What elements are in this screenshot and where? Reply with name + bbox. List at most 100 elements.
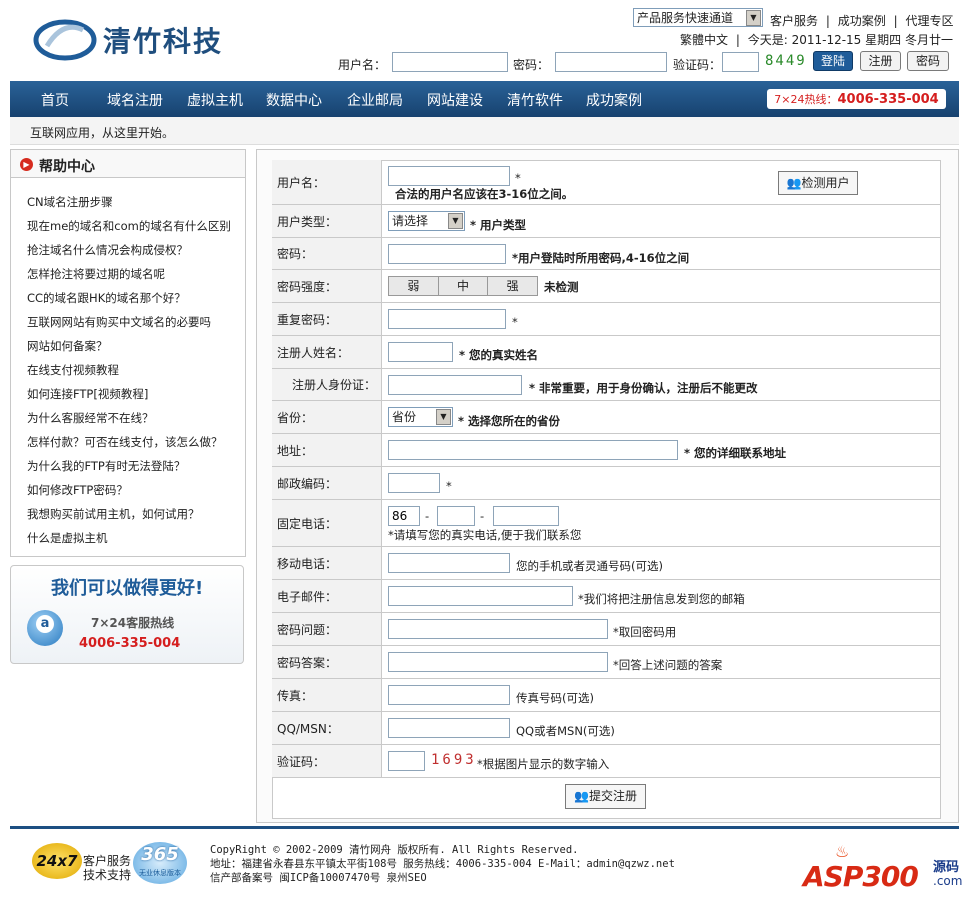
help-link[interactable]: 怎样抢注将要过期的域名呢 (27, 266, 165, 282)
lang-link[interactable]: 繁體中文 (680, 33, 728, 47)
phone-area-input[interactable] (437, 506, 475, 526)
help-link[interactable]: CC的域名跟HK的域名那个好？ (27, 290, 186, 306)
help-link[interactable]: 为什么我的FTP有时无法登陆？ (27, 458, 185, 474)
service-box: 我们可以做得更好! a 7×24客服热线 4006-335-004 (10, 565, 244, 664)
help-link[interactable]: 网站如何备案？ (27, 338, 108, 354)
answer-hint: *回答上述问题的答案 (613, 658, 723, 672)
help-link[interactable]: 如何连接FTP[视频教程] (27, 386, 148, 402)
footer-service-line2: 技术支持 (83, 868, 132, 882)
form-label: 密码问题： (272, 613, 382, 645)
nav-item-hosting[interactable]: 虚拟主机 (187, 90, 243, 110)
form-label: 电子邮件： (272, 580, 382, 612)
form-label: 验证码： (272, 745, 382, 777)
form-row-phone: 固定电话： (272, 500, 941, 547)
form-row-repeat: 重复密码： (272, 303, 941, 336)
strength-medium: 中 (439, 277, 489, 295)
form-label: 密码强度： (272, 270, 382, 302)
top-link-service[interactable]: 客户服务 (770, 14, 818, 28)
fax-input[interactable] (388, 685, 510, 705)
form-label: 省份： (272, 401, 382, 433)
help-title: 帮助中心 (39, 159, 95, 175)
login-password-input[interactable] (555, 52, 667, 72)
chevron-down-icon: ▼ (436, 409, 451, 425)
help-link[interactable]: CN域名注册步骤 (27, 194, 113, 210)
real-name-input[interactable] (388, 342, 453, 362)
strength-status: 未检测 (544, 280, 579, 294)
help-link[interactable]: 互联网网站有购买中文域名的必要吗 (27, 314, 211, 330)
address-hint: * 您的详细联系地址 (684, 446, 787, 460)
logo-flame-icon: ♨ (835, 842, 850, 861)
top-link-agent[interactable]: 代理专区 (905, 14, 953, 28)
user-type-select[interactable]: 请选择 ▼ (388, 211, 465, 231)
help-link[interactable]: 怎样付款？可否在线支付，该怎么做？ (27, 434, 223, 450)
login-captcha-image: 8449 (765, 53, 807, 69)
password-input[interactable] (388, 244, 506, 264)
submit-register-button[interactable]: 👥提交注册 (565, 784, 646, 809)
form-label: 邮政编码： (272, 467, 382, 499)
login-captcha-label: 验证码： (673, 58, 722, 72)
help-link[interactable]: 我想购买前试用主机，如何试用？ (27, 506, 200, 522)
password-hint: *用户登陆时所用密码,4-16位之间 (512, 251, 690, 265)
site-logo[interactable]: 清竹科技 (33, 14, 243, 64)
users-icon: 👥 (786, 176, 802, 190)
password-button[interactable]: 密码 (907, 51, 949, 71)
footer-address: 地址：福建省永春县东平镇太平街108号 服务热线：4006-335-004 E-… (210, 858, 675, 870)
phone-country-input[interactable] (388, 506, 420, 526)
nav-item-cases[interactable]: 成功案例 (586, 90, 642, 110)
form-label: QQ/MSN： (272, 712, 382, 744)
form-row-strength: 密码强度： (272, 270, 941, 303)
login-password-label: 密码： (513, 58, 550, 72)
service-slogan: 我们可以做得更好! (51, 578, 204, 599)
zip-input[interactable] (388, 473, 440, 493)
strength-strong: 强 (506, 279, 519, 293)
id-card-input[interactable] (388, 375, 522, 395)
top-link-cases[interactable]: 成功案例 (838, 14, 886, 28)
help-link[interactable]: 抢注域名什么情况会构成侵权？ (27, 242, 188, 258)
check-user-button[interactable]: 👥检测用户 (778, 171, 858, 195)
form-label: 传真： (272, 679, 382, 711)
form-label: 重复密码： (272, 303, 382, 335)
help-title-icon: ▶ (20, 158, 33, 171)
username-input[interactable] (388, 166, 510, 186)
nav-item-website[interactable]: 网站建设 (427, 90, 483, 110)
nav-item-email[interactable]: 企业邮局 (347, 90, 403, 110)
nav-item-datacenter[interactable]: 数据中心 (266, 90, 322, 110)
username-hint: 合法的用户名应该在3-16位之间。 (395, 187, 574, 201)
security-answer-input[interactable] (388, 652, 608, 672)
login-captcha-input[interactable] (722, 52, 759, 72)
form-row-fax: 传真： (272, 679, 941, 712)
captcha-input[interactable] (388, 751, 425, 771)
form-label: 移动电话： (272, 547, 382, 579)
help-link[interactable]: 现在me的域名和com的域名有什么区别 (27, 218, 231, 234)
nav-item-home[interactable]: 首页 (41, 90, 69, 110)
nav-item-domain[interactable]: 域名注册 (107, 90, 163, 110)
phone-number-input[interactable] (493, 506, 559, 526)
chevron-down-icon: ▼ (746, 10, 761, 26)
quick-select[interactable]: 产品服务快速通道 ▼ (633, 8, 763, 27)
date-text: 今天是: 2011-12-15 星期四 冬月廿一 (747, 33, 953, 47)
repeat-password-input[interactable] (388, 309, 506, 329)
login-username-input[interactable] (392, 52, 508, 72)
id-card-hint: * 非常重要，用于身份确认，注册后不能更改 (529, 381, 758, 395)
footer-icp[interactable]: 信产部备案号 闽ICP备10007470号 泉州SEO (210, 871, 675, 885)
mobile-input[interactable] (388, 553, 510, 573)
help-link[interactable]: 如何修改FTP密码？ (27, 482, 128, 498)
province-select[interactable]: 省份 ▼ (388, 407, 453, 427)
help-link[interactable]: 在线支付视频教程 (27, 362, 119, 378)
form-label: 注册人姓名： (272, 336, 382, 368)
hotline-badge: 7×24热线：4006-335-004 (767, 89, 946, 109)
logo-swoosh-icon (33, 19, 97, 61)
help-link[interactable]: 为什么客服经常不在线？ (27, 410, 154, 426)
asp300-logo[interactable]: ♨ ASP300 源码 .com (803, 842, 973, 896)
help-link[interactable]: 什么是虚拟主机 (27, 530, 108, 546)
form-label: 注册人身份证： (272, 369, 382, 400)
register-button[interactable]: 注册 (860, 51, 901, 71)
qq-msn-input[interactable] (388, 718, 510, 738)
login-button[interactable]: 登陆 (813, 51, 853, 71)
email-input[interactable] (388, 586, 573, 606)
security-question-input[interactable] (388, 619, 608, 639)
footer-copyright: CopyRight © 2002-2009 清竹网舟 版权所有. All Rig… (210, 844, 579, 856)
service-line: 7×24客服热线 (91, 616, 175, 630)
address-input[interactable] (388, 440, 678, 460)
nav-item-software[interactable]: 清竹软件 (507, 90, 563, 110)
